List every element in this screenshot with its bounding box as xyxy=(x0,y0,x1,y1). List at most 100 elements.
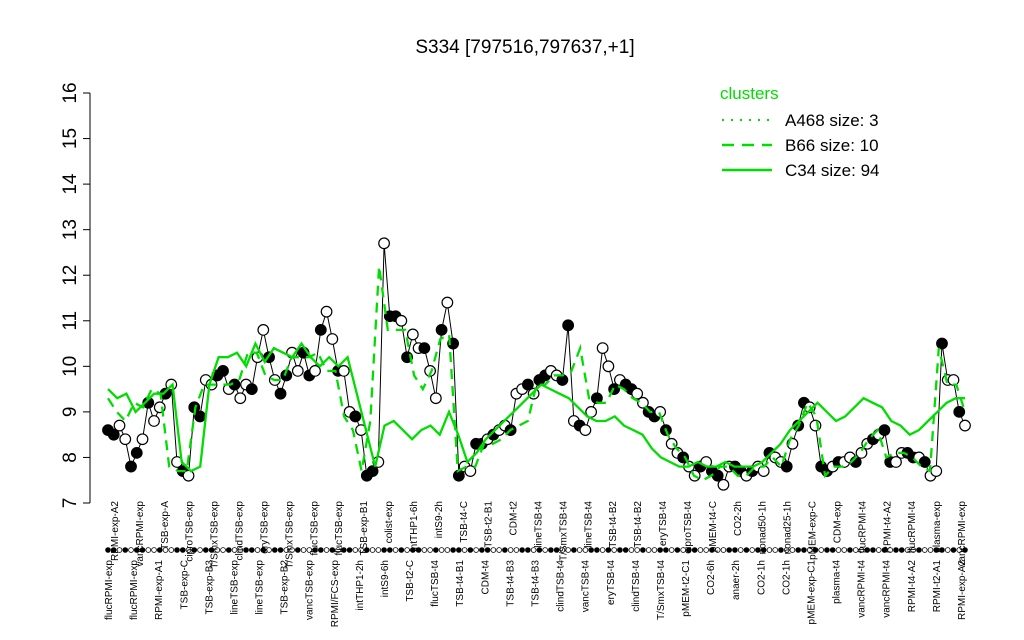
sample-point xyxy=(194,410,206,423)
bottom-sample-label: TSB-t4-B3 xyxy=(531,560,542,607)
bottom-sample-label: clindTSB-t4 xyxy=(631,560,642,612)
cluster-line-solid xyxy=(107,340,965,473)
sample-point xyxy=(245,383,258,396)
rug-marker xyxy=(548,547,554,553)
rug-marker xyxy=(387,547,393,553)
bottom-sample-label: RPMI-exp-A2 xyxy=(957,560,968,620)
legend-label-a468: A468 size: 3 xyxy=(785,111,879,130)
top-sample-label: flucTSB-exp xyxy=(309,501,320,556)
rug-marker xyxy=(513,547,520,553)
bottom-sample-label: clindTSB-t4 xyxy=(556,560,567,612)
rug-marker xyxy=(726,547,732,553)
rug-marker xyxy=(674,547,681,553)
bottom-sample-label: TSB-t4-B1 xyxy=(455,560,466,607)
sample-point xyxy=(930,465,943,478)
sample-point xyxy=(314,323,327,336)
top-sample-label: nonad50-1h xyxy=(758,501,769,554)
bottom-sample-label: vancRPMI-t4 xyxy=(857,560,868,618)
sample-point xyxy=(878,424,891,437)
cluster-line-dashed xyxy=(107,265,967,482)
sample-point xyxy=(136,433,149,446)
rug-marker xyxy=(944,547,951,553)
rug-marker xyxy=(248,547,255,553)
series-layer xyxy=(102,237,971,491)
sample-point xyxy=(435,323,448,336)
sample-point xyxy=(326,333,339,345)
rug-marker xyxy=(824,547,830,553)
top-sample-label: lineTSB-t4 xyxy=(534,501,545,548)
rug-marker xyxy=(174,547,180,553)
chart-title: S334 [797516,797637,+1] xyxy=(415,37,634,58)
top-sample-label: eryTSB-t4 xyxy=(658,501,669,546)
bottom-sample-label: CDM-t4 xyxy=(480,560,491,595)
rug-marker xyxy=(398,547,405,553)
cluster-expression-chart: S334 [797516,797637,+1] 7 8 9 10 11 12 13 14 15 1… xyxy=(60,37,971,628)
bottom-sample-label: anaer-2h xyxy=(731,560,742,600)
y-axis: 7 8 9 10 11 12 13 14 15 16 xyxy=(60,82,91,509)
rug-marker xyxy=(450,547,456,553)
rug-marker xyxy=(427,547,433,553)
top-sample-label: CO2-2h xyxy=(733,501,744,536)
rug-marker xyxy=(381,547,387,553)
rug-marker xyxy=(743,547,750,553)
bottom-sample-label: TSB-t4-B3 xyxy=(505,560,516,607)
top-sample-label: flucTSB-exp xyxy=(334,501,345,556)
rug-marker xyxy=(870,547,876,553)
sample-point xyxy=(959,419,971,432)
sample-point xyxy=(148,415,160,427)
sample-point xyxy=(349,410,362,423)
rug-marker xyxy=(525,547,531,553)
sample-point xyxy=(953,405,966,418)
sample-point xyxy=(780,460,793,473)
rug-marker xyxy=(663,547,669,553)
sample-point xyxy=(717,478,730,491)
bottom-sample-label: intTHP1-2h xyxy=(355,560,366,611)
bottom-sample-label: RPMI-t4-A2 xyxy=(907,560,918,613)
top-sample-labels: RPMI-exp-A2 vancRPMI-exp TSB-exp-A ciproTSB… xyxy=(110,501,968,569)
top-sample-label: colist-exp xyxy=(384,501,395,544)
rug-marker xyxy=(444,547,451,553)
bottom-sample-label: T/SmxTSB-t4 xyxy=(656,560,667,620)
bottom-sample-label: flucRPMI-exp xyxy=(104,560,115,620)
rug-marker xyxy=(346,547,353,553)
rug-marker xyxy=(651,547,658,553)
rug-marker xyxy=(732,547,738,553)
rug-marker xyxy=(818,547,825,553)
bottom-sample-label: CO2-1h xyxy=(756,560,767,595)
sample-point xyxy=(234,392,247,405)
rug-marker xyxy=(369,547,376,553)
legend-title: clusters xyxy=(720,84,779,103)
sample-point xyxy=(441,296,454,309)
rug-marker xyxy=(835,547,842,553)
bottom-sample-label: flucTSB-t4 xyxy=(430,560,441,607)
bottom-sample-label: CO2-1h xyxy=(781,560,792,595)
bottom-sample-label: RPMI-t2-A1 xyxy=(932,560,943,613)
top-sample-label: ciproTSB-t4 xyxy=(683,501,694,554)
y-tick-label-8: 8 xyxy=(60,452,81,463)
sample-point xyxy=(406,328,419,341)
rug-marker xyxy=(921,547,928,553)
rug-marker xyxy=(421,547,428,553)
top-sample-label: TSB-exp-A xyxy=(160,501,171,550)
bottom-sample-label: RPMI/FCS-exp xyxy=(330,560,341,628)
top-sample-label: TSB-t4-B2 xyxy=(608,501,619,548)
sample-point xyxy=(217,364,229,377)
sample-point xyxy=(596,342,609,355)
rug-marker xyxy=(576,547,583,553)
sample-point xyxy=(320,305,333,318)
top-sample-label: eryTSB-exp xyxy=(260,501,271,554)
rug-marker xyxy=(473,547,479,553)
sample-point xyxy=(579,424,592,437)
rug-marker xyxy=(122,547,129,553)
sample-profile-line xyxy=(107,243,966,486)
rug-marker xyxy=(829,547,836,553)
top-sample-label: vancRPMI-exp xyxy=(957,501,968,567)
y-tick-label-11: 11 xyxy=(60,311,81,331)
rug-marker xyxy=(151,547,157,553)
top-sample-label: TSB-exp-B1 xyxy=(359,501,370,556)
rug-marker xyxy=(300,547,307,553)
y-tick-label-7: 7 xyxy=(60,498,81,509)
rug-marker xyxy=(197,547,203,553)
rug-marker xyxy=(737,547,744,553)
rug-marker xyxy=(795,547,802,553)
